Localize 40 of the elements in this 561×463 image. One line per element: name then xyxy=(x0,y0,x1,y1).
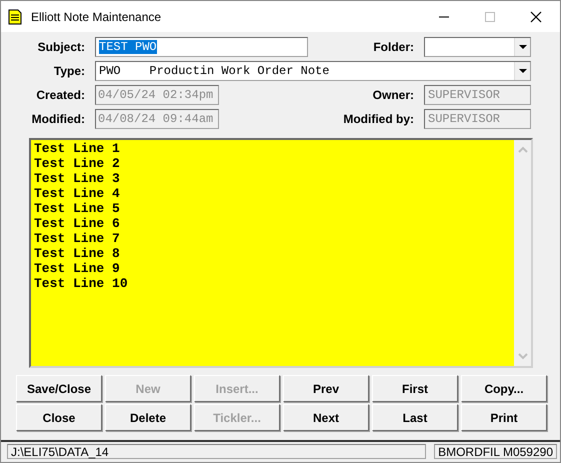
note-line: Test Line 8 xyxy=(34,246,121,261)
note-line: Test Line 7 xyxy=(34,231,121,246)
action-button[interactable]: Next xyxy=(283,404,369,431)
modified-by-field: SUPERVISOR xyxy=(424,109,531,129)
field-label: Created: xyxy=(35,88,85,102)
field-label: Subject: xyxy=(36,40,85,54)
folder-dropdown[interactable] xyxy=(424,37,531,57)
action-button[interactable]: Copy... xyxy=(461,375,547,402)
action-button[interactable]: Close xyxy=(16,404,102,431)
type-dropdown[interactable]: PWO Productin Work Order Note xyxy=(95,61,531,81)
note-icon xyxy=(8,8,22,24)
maximize-icon xyxy=(484,10,496,22)
field-label: Modified: xyxy=(30,112,85,126)
note-text-area[interactable]: Test Line 1 Test Line 2 Test Line 3 Test Line 4 Test Line 5 Test Line 6 Test Line 7 Test Line 8 Test Line 9 Test Line 10 xyxy=(29,138,533,368)
field-label: Owner: xyxy=(372,88,414,102)
action-button[interactable]: Save/Close xyxy=(16,375,102,402)
window-title: Elliott Note Maintenance xyxy=(31,10,162,24)
note-line: Test Line 9 xyxy=(34,261,121,276)
owner-field: SUPERVISOR xyxy=(424,85,531,105)
note-line: Test Line 10 xyxy=(34,276,129,291)
action-button[interactable]: Last xyxy=(372,404,458,431)
note-line: Test Line 5 xyxy=(34,201,121,216)
field-label: Type: xyxy=(52,64,85,78)
status-path: J:\ELI75\DATA_14 xyxy=(7,444,426,459)
note-line: Test Line 3 xyxy=(34,171,121,186)
action-button[interactable]: Delete xyxy=(105,404,191,431)
note-line: Test Line 2 xyxy=(34,156,121,171)
action-button[interactable]: Prev xyxy=(283,375,369,402)
note-line: Test Line 1 xyxy=(34,141,121,156)
subject-field[interactable]: TEST PWO xyxy=(95,37,308,57)
action-button[interactable]: First xyxy=(372,375,458,402)
status-record: BMORDFIL M059290 xyxy=(434,444,557,459)
field-label: Modified by: xyxy=(343,112,414,126)
created-field: 04/05/24 02:34pm xyxy=(95,85,219,105)
field-label: Folder: xyxy=(372,40,414,54)
close-icon[interactable] xyxy=(530,10,542,22)
modified-field: 04/08/24 09:44am xyxy=(95,109,219,129)
note-line: Test Line 6 xyxy=(34,216,121,231)
note-line: Test Line 4 xyxy=(34,186,121,201)
action-button[interactable]: Print xyxy=(461,404,547,431)
